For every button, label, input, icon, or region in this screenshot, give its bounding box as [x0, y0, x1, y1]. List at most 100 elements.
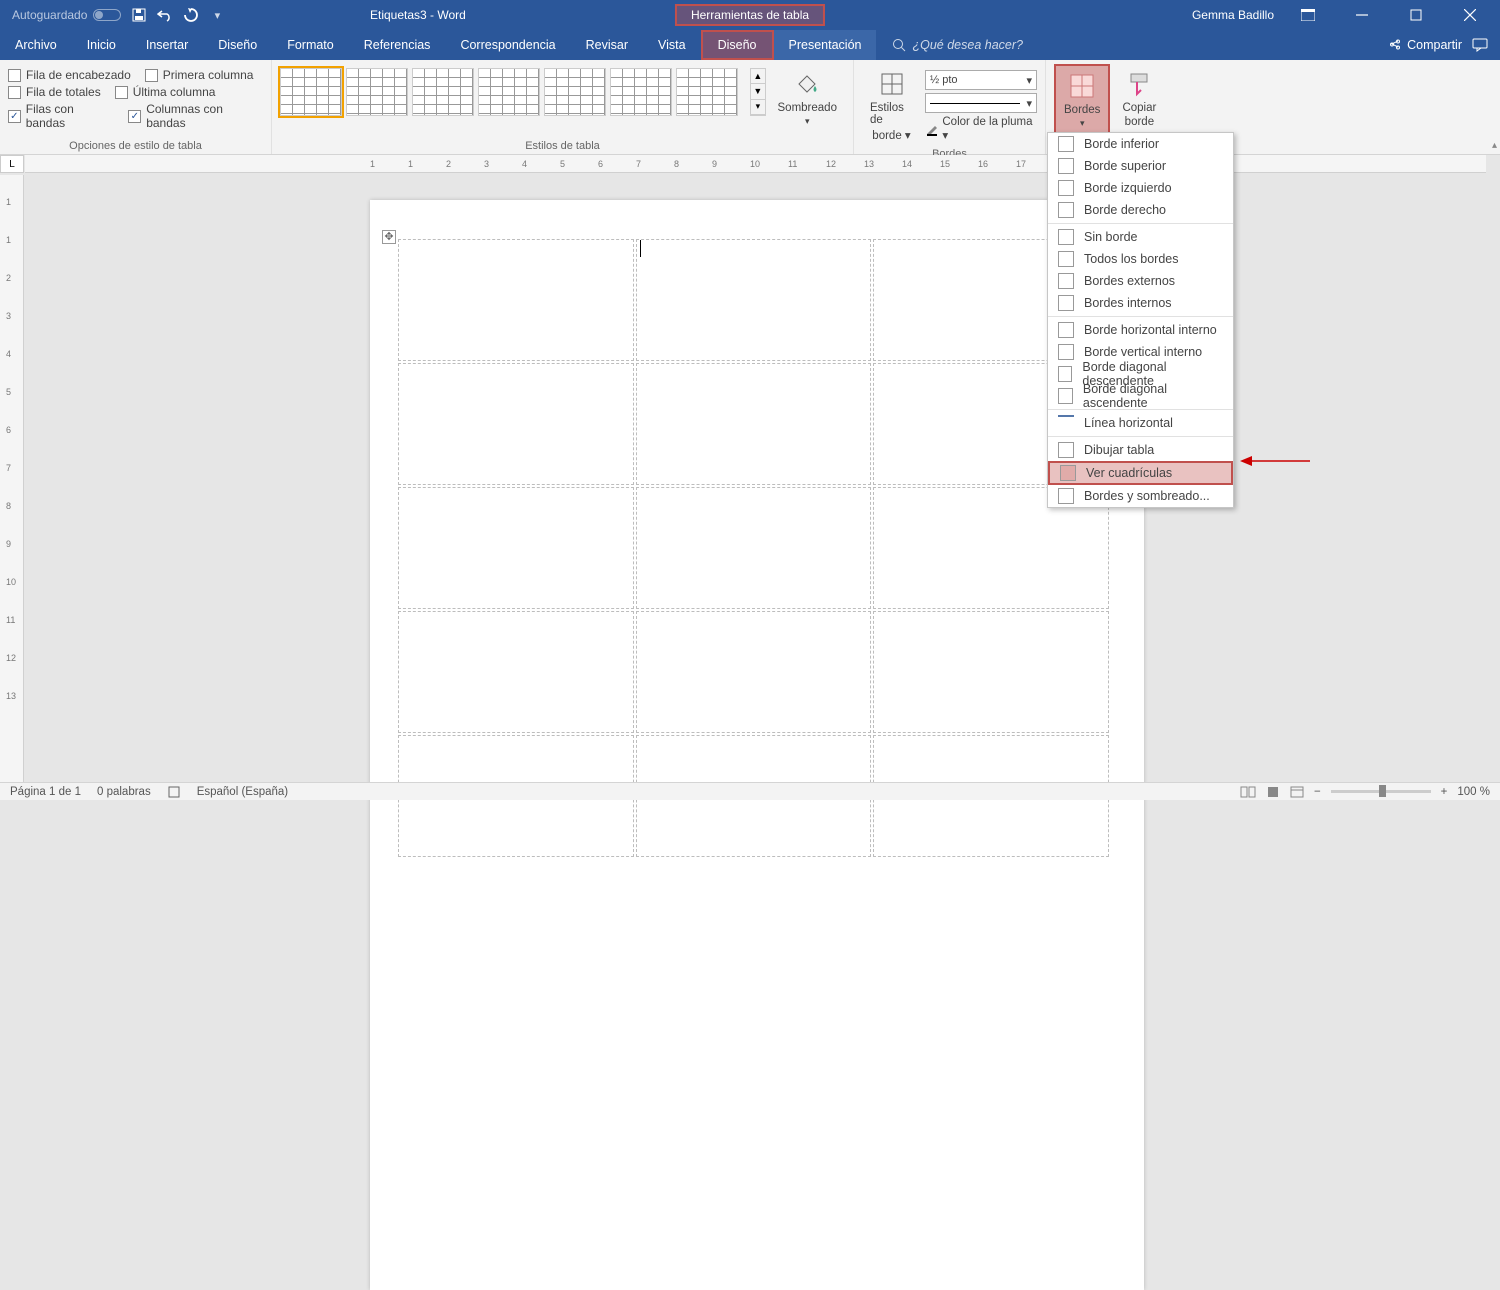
format-painter-icon — [1123, 68, 1155, 100]
check-banded-rows[interactable]: ✓Filas con bandas — [8, 102, 114, 130]
zoom-out-icon[interactable]: − — [1314, 786, 1321, 798]
minimize-button[interactable] — [1342, 0, 1382, 30]
menu-ver-cuadriculas[interactable]: Ver cuadrículas — [1048, 461, 1233, 485]
table-style-item[interactable] — [610, 68, 672, 116]
check-last-col[interactable]: Última columna — [115, 85, 216, 99]
menu-dibujar-tabla[interactable]: Dibujar tabla — [1048, 439, 1233, 461]
share-label: Compartir — [1407, 38, 1462, 52]
table-style-item[interactable] — [280, 68, 342, 116]
diag-up-icon — [1058, 388, 1073, 404]
menu-bordes-externos[interactable]: Bordes externos — [1048, 270, 1233, 292]
gridlines-icon — [1060, 465, 1076, 481]
menu-borde-izquierdo[interactable]: Borde izquierdo — [1048, 177, 1233, 199]
menu-borde-derecho[interactable]: Borde derecho — [1048, 199, 1233, 221]
table-row — [398, 611, 1109, 733]
table-style-item[interactable] — [478, 68, 540, 116]
menu-sin-borde[interactable]: Sin borde — [1048, 226, 1233, 248]
tab-diseno-table[interactable]: Diseño — [701, 30, 774, 60]
ribbon-display-icon[interactable] — [1288, 0, 1328, 30]
pen-width-combo[interactable]: ½ pto▾ — [925, 70, 1037, 90]
gallery-down-icon[interactable]: ▼ — [751, 84, 764, 99]
border-left-icon — [1058, 180, 1074, 196]
document-title: Etiquetas3 - Word — [370, 8, 466, 22]
zoom-slider[interactable] — [1331, 790, 1431, 793]
bordes-dropdown-menu: Borde inferior Borde superior Borde izqu… — [1047, 132, 1234, 508]
table-styles-gallery[interactable] — [280, 64, 746, 116]
paint-bucket-icon — [791, 68, 823, 100]
sombreado-button[interactable]: Sombreado▾ — [770, 64, 845, 131]
comments-icon[interactable] — [1472, 38, 1488, 52]
menu-bordes-internos[interactable]: Bordes internos — [1048, 292, 1233, 314]
vertical-ruler[interactable]: 112345678910111213 — [0, 175, 24, 782]
view-read-icon[interactable] — [1240, 786, 1256, 798]
tab-revisar[interactable]: Revisar — [571, 30, 643, 60]
group-table-style-options: Opciones de estilo de tabla — [8, 138, 263, 152]
menu-borde-superior[interactable]: Borde superior — [1048, 155, 1233, 177]
bordes-dropdown-button[interactable]: Bordes▾ — [1054, 64, 1110, 135]
view-web-icon[interactable] — [1290, 786, 1304, 798]
border-styles-button[interactable]: Estilos de borde ▾ — [862, 64, 921, 146]
gallery-up-icon[interactable]: ▲ — [751, 69, 764, 84]
tab-vista[interactable]: Vista — [643, 30, 701, 60]
table-style-item[interactable] — [676, 68, 738, 116]
table-style-item[interactable] — [544, 68, 606, 116]
ribbon-tabs: Archivo Inicio Insertar Diseño Formato R… — [0, 30, 1500, 60]
status-words[interactable]: 0 palabras — [97, 786, 151, 798]
zoom-in-icon[interactable]: + — [1441, 786, 1448, 798]
document-table[interactable] — [396, 237, 1111, 859]
undo-icon[interactable] — [157, 7, 173, 23]
tab-diseno-page[interactable]: Diseño — [203, 30, 272, 60]
table-row — [398, 239, 1109, 361]
inside-borders-icon — [1058, 295, 1074, 311]
zoom-level[interactable]: 100 % — [1457, 786, 1490, 798]
tab-archivo[interactable]: Archivo — [0, 30, 72, 60]
menu-diag-asc[interactable]: Borde diagonal ascendente — [1048, 385, 1233, 407]
autosave-label: Autoguardado — [12, 8, 87, 22]
check-banded-cols[interactable]: ✓Columnas con bandas — [128, 102, 263, 130]
menu-borde-h-interno[interactable]: Borde horizontal interno — [1048, 319, 1233, 341]
gallery-more-icon[interactable]: ▾ — [751, 100, 764, 115]
copiar-borde-button[interactable]: Copiar borde — [1114, 64, 1164, 132]
borders-icon — [1066, 70, 1098, 102]
check-total-row[interactable]: Fila de totales — [8, 85, 101, 99]
menu-borde-inferior[interactable]: Borde inferior — [1048, 133, 1233, 155]
menu-todos-bordes[interactable]: Todos los bordes — [1048, 248, 1233, 270]
save-icon[interactable] — [131, 7, 147, 23]
tab-formato[interactable]: Formato — [272, 30, 349, 60]
qat-customize-icon[interactable]: ▾ — [209, 7, 225, 23]
tab-presentacion[interactable]: Presentación — [774, 30, 877, 60]
scroll-up-icon[interactable]: ▴ — [1492, 140, 1497, 151]
pen-color-button[interactable]: Color de la pluma ▾ — [925, 116, 1037, 142]
tell-me-search[interactable]: ¿Qué desea hacer? — [876, 30, 1023, 60]
table-style-item[interactable] — [412, 68, 474, 116]
tab-inicio[interactable]: Inicio — [72, 30, 131, 60]
search-icon — [892, 38, 906, 52]
check-header-row[interactable]: Fila de encabezado — [8, 68, 131, 82]
autosave-toggle[interactable]: Autoguardado — [12, 8, 121, 22]
maximize-button[interactable] — [1396, 0, 1436, 30]
table-style-item[interactable] — [346, 68, 408, 116]
tab-referencias[interactable]: Referencias — [349, 30, 446, 60]
close-button[interactable] — [1450, 0, 1490, 30]
border-right-icon — [1058, 202, 1074, 218]
user-name[interactable]: Gemma Badillo — [1192, 8, 1274, 22]
status-proofing-icon[interactable] — [167, 785, 181, 799]
table-move-handle[interactable]: ✥ — [382, 230, 396, 244]
share-icon — [1388, 38, 1402, 52]
pen-style-combo[interactable]: ▾ — [925, 93, 1037, 113]
toggle-icon — [93, 9, 121, 21]
tell-me-placeholder: ¿Qué desea hacer? — [912, 38, 1023, 52]
redo-icon[interactable] — [183, 7, 199, 23]
share-button[interactable]: Compartir — [1388, 38, 1462, 52]
view-print-icon[interactable] — [1266, 786, 1280, 798]
menu-bordes-sombreado[interactable]: Bordes y sombreado... — [1048, 485, 1233, 507]
check-first-col[interactable]: Primera columna — [145, 68, 254, 82]
tab-insertar[interactable]: Insertar — [131, 30, 203, 60]
status-language[interactable]: Español (España) — [197, 786, 288, 798]
tab-selector[interactable]: L — [0, 155, 24, 173]
status-page[interactable]: Página 1 de 1 — [10, 786, 81, 798]
table-row — [398, 363, 1109, 485]
tab-correspondencia[interactable]: Correspondencia — [445, 30, 570, 60]
horizontal-ruler[interactable]: 1123456789101112131415161718 — [25, 155, 1486, 173]
menu-linea-horizontal[interactable]: Línea horizontal — [1048, 412, 1233, 434]
